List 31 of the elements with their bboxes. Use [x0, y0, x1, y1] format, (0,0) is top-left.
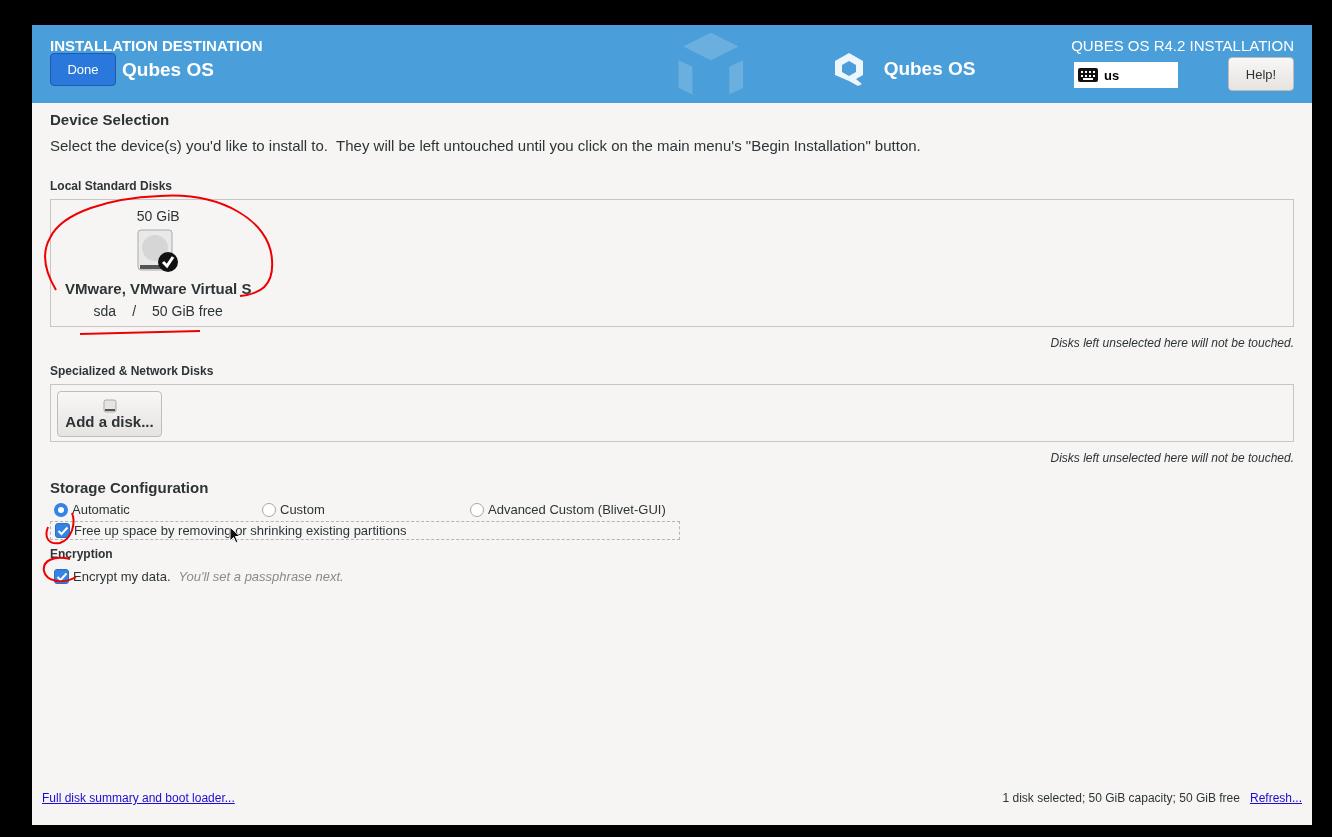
section-label: Encryption: [50, 547, 114, 561]
radio-button[interactable]: [470, 502, 484, 517]
brand-name: Qubes OS: [883, 58, 976, 80]
checkbox[interactable]: [55, 523, 70, 538]
help-button[interactable]: Help!: [1228, 57, 1294, 91]
refresh-link[interactable]: Refresh...: [1249, 791, 1302, 805]
section-heading: Device Selection: [50, 111, 171, 128]
radio-option[interactable]: Automatic: [54, 502, 262, 517]
disk-tile[interactable]: 50 GiB VMware, VMware Virtual S sda / 50 GiB free: [61, 200, 256, 326]
add-disk-button[interactable]: Add a disk...: [57, 391, 162, 437]
hint-text: Disks left unselected here will not be touched.: [1050, 451, 1294, 465]
radio-option[interactable]: Advanced Custom (Blivet-GUI): [470, 502, 678, 517]
section-label: Local Standard Disks: [50, 179, 174, 193]
disk-checked-icon: [136, 228, 181, 274]
radio-button[interactable]: [54, 502, 68, 517]
summary-link[interactable]: Full disk summary and boot loader...: [42, 791, 235, 805]
radio-button[interactable]: [262, 502, 276, 517]
hint-text: You'll set a passphrase next.: [178, 569, 344, 584]
section-label: Specialized & Network Disks: [50, 364, 215, 378]
done-button[interactable]: Done: [50, 53, 116, 86]
description-text: Select the device(s) you'd like to install to. They will be left untouched until you click on the main menu's "Begin Installation" button.: [50, 137, 922, 154]
brand-text: Qubes OS: [122, 58, 214, 81]
keyboard-icon: [1078, 68, 1098, 82]
product-title: QUBES OS R4.2 INSTALLATION: [1071, 37, 1294, 54]
section-heading: Storage Configuration: [50, 479, 210, 496]
status-text: 1 disk selected; 50 GiB capacity; 50 GiB free: [1002, 791, 1240, 805]
radio-option[interactable]: Custom: [262, 502, 470, 517]
keyboard-layout-field[interactable]: us: [1074, 62, 1178, 88]
hint-text: Disks left unselected here will not be touched.: [1050, 336, 1294, 350]
checkbox-label[interactable]: Encrypt my data.: [73, 569, 171, 584]
screen-title: INSTALLATION DESTINATION: [50, 37, 264, 54]
